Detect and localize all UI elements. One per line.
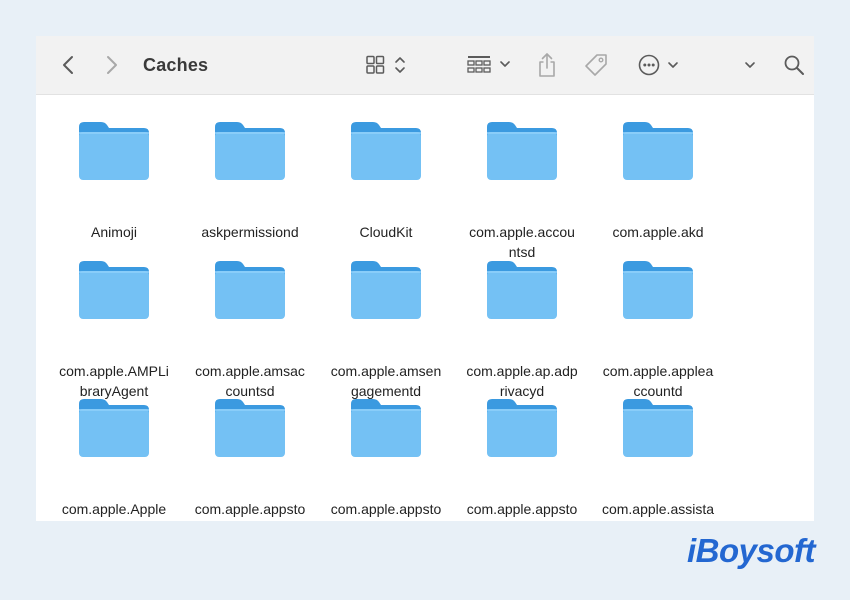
ellipsis-circle-icon — [638, 54, 678, 76]
folder-name: com.apple.appsto reagent — [330, 501, 442, 517]
folder-item[interactable]: CloudKit — [318, 120, 454, 250]
folder-icon — [351, 122, 421, 180]
folder-name: Animoji — [91, 224, 137, 240]
search-icon — [784, 55, 804, 75]
folder-item[interactable]: com.apple.amsac countsd — [182, 259, 318, 399]
folder-item[interactable]: com.apple.accou ntsd — [454, 120, 590, 260]
folder-item[interactable]: com.apple.akd — [590, 120, 726, 250]
folder-item[interactable]: com.apple.applea ccountd — [590, 259, 726, 399]
folder-name: com.apple.appsto recomponentsd — [466, 501, 578, 517]
chevron-left-icon — [63, 56, 73, 74]
folder-name: com.apple.amsac countsd — [195, 362, 305, 399]
folder-name: com.apple.amsen gagementd — [330, 362, 442, 399]
search-button[interactable] — [782, 48, 806, 82]
folder-item[interactable]: askpermissiond — [182, 120, 318, 250]
folder-icon — [79, 122, 149, 180]
folder-icon — [487, 399, 557, 457]
folder-item[interactable]: Animoji — [46, 120, 182, 250]
folder-item[interactable]: com.apple.appsto re — [182, 397, 318, 521]
chevron-right-icon — [107, 56, 117, 74]
folder-item[interactable]: com.apple.amsen gagementd — [318, 259, 454, 399]
folder-name: com.apple.ap.adp rivacyd — [466, 362, 578, 399]
icon-grid-view-icon — [366, 55, 405, 74]
folder-icon — [79, 399, 149, 457]
toolbar-overflow-button[interactable] — [740, 48, 760, 82]
tag-button[interactable] — [582, 48, 610, 82]
group-by-button[interactable] — [464, 48, 514, 82]
group-by-icon — [467, 56, 510, 73]
brand-logo: iBoysoft — [687, 532, 816, 569]
back-button[interactable] — [56, 48, 80, 82]
folder-item[interactable]: com.apple.Apple MediaServices — [46, 397, 182, 521]
folder-item[interactable]: com.apple.appsto reagent — [318, 397, 454, 521]
folder-grid: Animoji askpermissiond CloudKit com.apple.a… — [36, 95, 814, 521]
folder-icon — [487, 260, 557, 319]
folder-name: com.apple.akd — [612, 224, 704, 240]
folder-icon — [487, 122, 557, 180]
folder-icon — [215, 122, 285, 180]
window-title: Caches — [143, 55, 209, 75]
folder-item[interactable]: com.apple.AMPLi braryAgent — [46, 259, 182, 399]
folder-name: com.apple.assista nt_cdmd — [601, 501, 715, 517]
folder-name: com.apple.applea ccountd — [602, 362, 714, 399]
finder-window: Caches Animoji askpermissiond CloudKit c… — [36, 36, 814, 521]
folder-name: com.apple.AMPLi braryAgent — [59, 362, 169, 399]
share-icon — [539, 53, 555, 77]
toolbar: Caches — [36, 36, 814, 95]
folder-name: com.apple.accou ntsd — [469, 224, 575, 260]
more-actions-button[interactable] — [636, 48, 682, 82]
chevron-down-icon — [745, 62, 755, 68]
folder-name: com.apple.appsto re — [194, 501, 306, 517]
tag-icon — [585, 54, 607, 76]
folder-icon — [215, 260, 285, 319]
folder-icon — [623, 399, 693, 457]
folder-item[interactable]: com.apple.appsto recomponentsd — [454, 397, 590, 521]
forward-button[interactable] — [100, 48, 124, 82]
folder-name: CloudKit — [359, 224, 413, 240]
folder-name: com.apple.Apple MediaServices — [61, 501, 167, 517]
folder-icon — [351, 399, 421, 457]
folder-icon — [623, 122, 693, 180]
folder-icon — [215, 399, 285, 457]
folder-item[interactable]: com.apple.ap.adp rivacyd — [454, 259, 590, 399]
folder-name: askpermissiond — [201, 224, 299, 240]
folder-item[interactable]: com.apple.assista nt_cdmd — [590, 397, 726, 521]
folder-icon — [623, 260, 693, 319]
folder-icon — [351, 260, 421, 319]
folder-icon — [79, 260, 149, 319]
view-mode-button[interactable] — [363, 48, 411, 82]
share-button[interactable] — [535, 48, 559, 82]
